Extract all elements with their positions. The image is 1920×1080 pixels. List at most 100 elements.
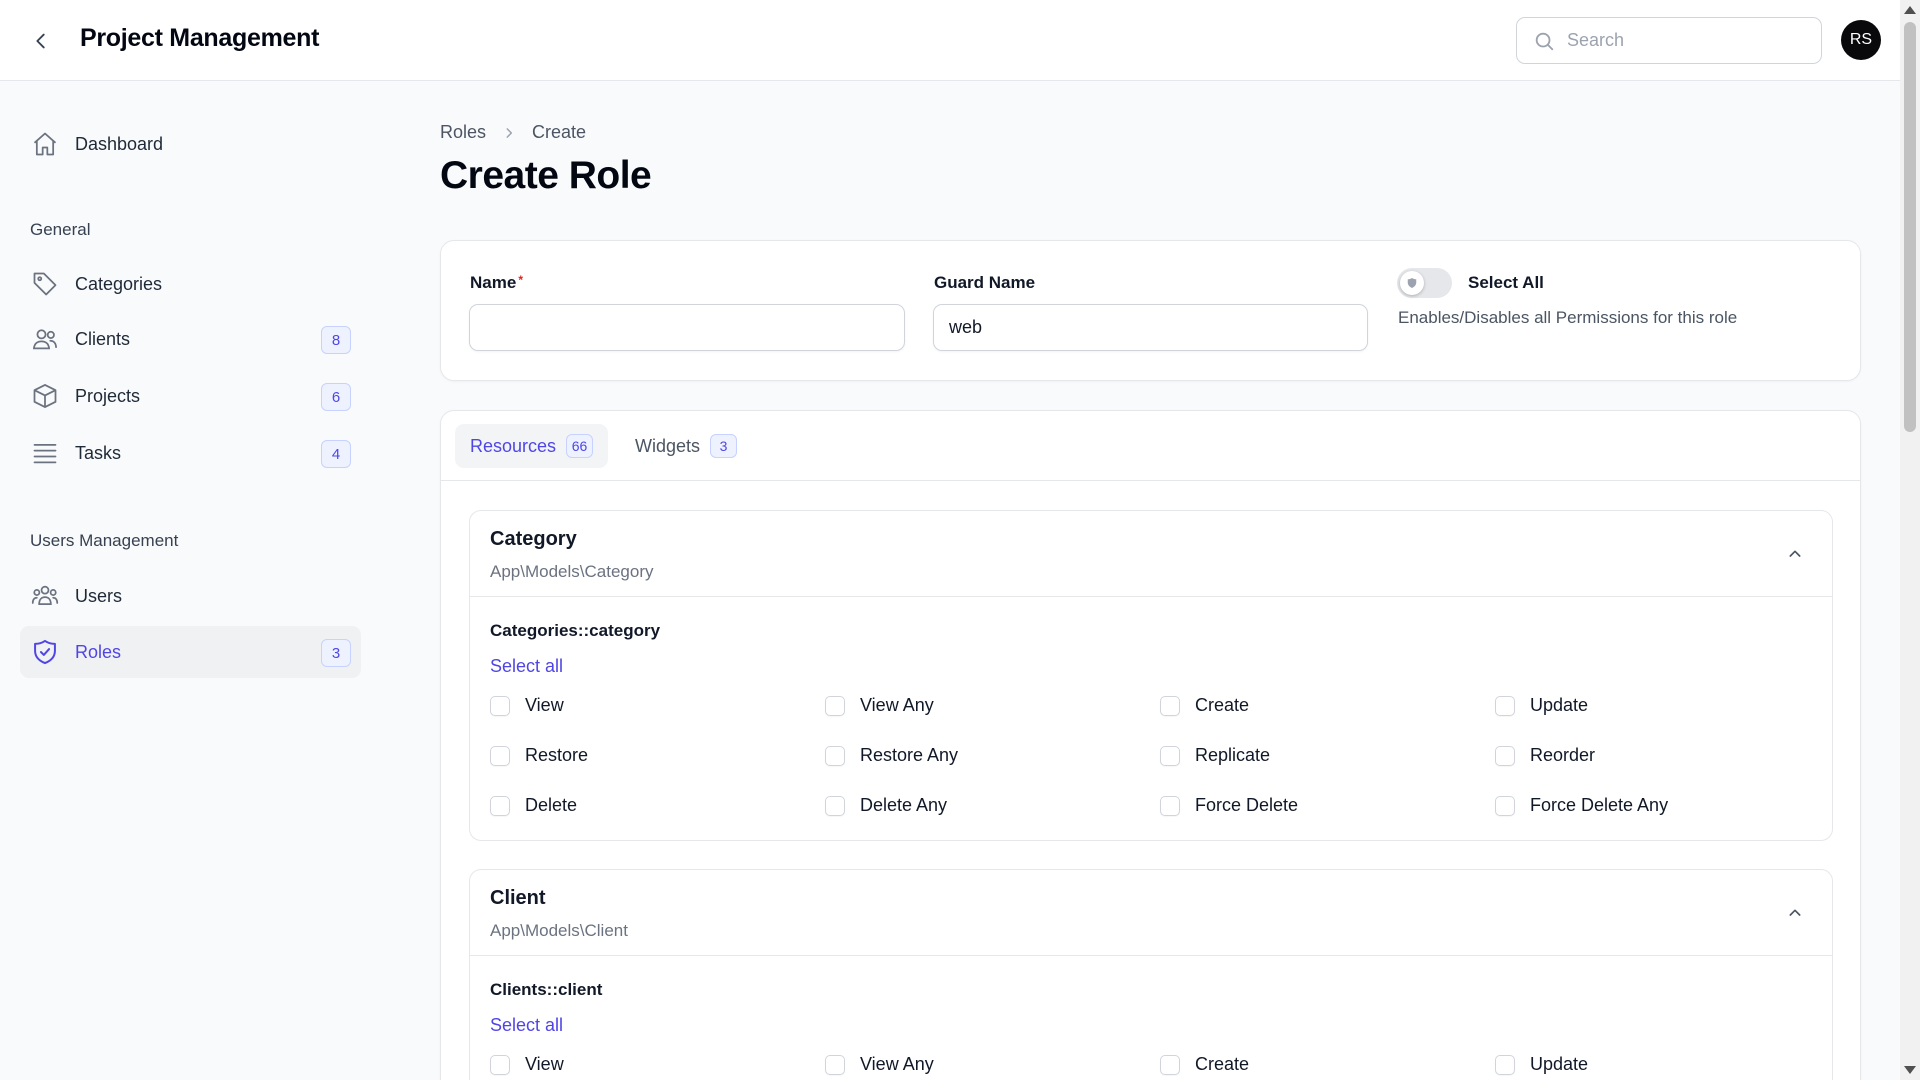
sidebar-item-projects[interactable]: Projects 6 xyxy=(20,370,361,422)
permission-checkbox-item[interactable]: Reorder xyxy=(1495,745,1830,766)
select-all-link[interactable]: Select all xyxy=(490,1015,563,1036)
guard-name-input[interactable] xyxy=(933,304,1368,351)
permission-checkbox-item[interactable]: View xyxy=(490,1054,825,1075)
collapse-button[interactable] xyxy=(1784,543,1806,565)
tasks-count-badge: 4 xyxy=(321,440,351,468)
checkbox-label: Replicate xyxy=(1195,745,1271,765)
checkbox[interactable] xyxy=(825,1054,845,1075)
sidebar-item-categories[interactable]: Categories xyxy=(20,258,361,310)
page-scrollbar[interactable] xyxy=(1900,0,1920,1080)
checkbox-label: Reorder xyxy=(1530,745,1596,765)
scroll-down-arrow-icon[interactable] xyxy=(1904,1066,1916,1074)
checkbox[interactable] xyxy=(490,745,510,766)
permission-checkbox-item[interactable]: View Any xyxy=(825,695,1160,716)
section-header: Client App\Models\Client xyxy=(470,870,1832,956)
permission-row: View View Any Create Update xyxy=(490,1054,1830,1075)
nav-group-general: General xyxy=(30,220,91,239)
permission-checkbox-item[interactable]: View xyxy=(490,695,825,716)
name-field-label: Name * xyxy=(470,273,523,293)
permission-checkbox-item[interactable]: Restore xyxy=(490,745,825,766)
projects-count-badge: 6 xyxy=(321,383,351,411)
permission-checkbox-item[interactable]: View Any xyxy=(825,1054,1160,1075)
checkbox[interactable] xyxy=(1160,795,1180,816)
scrollbar-thumb[interactable] xyxy=(1904,22,1916,432)
checkbox[interactable] xyxy=(1495,795,1515,816)
user-group-icon xyxy=(30,581,60,611)
page-title: Create Role xyxy=(440,154,652,197)
checkbox[interactable] xyxy=(1495,745,1515,766)
roles-count-badge: 3 xyxy=(321,639,351,667)
select-all-link[interactable]: Select all xyxy=(490,656,563,677)
checkbox[interactable] xyxy=(825,795,845,816)
permission-checkbox-item[interactable]: Replicate xyxy=(1160,745,1495,766)
name-label-text: Name xyxy=(470,273,517,292)
sidebar-item-users[interactable]: Users xyxy=(20,570,361,622)
chevron-left-icon xyxy=(36,33,45,49)
collapse-button[interactable] xyxy=(1784,902,1806,924)
tab-label: Resources xyxy=(470,435,557,456)
checkbox-label: Create xyxy=(1195,695,1250,715)
checkbox-label: Update xyxy=(1530,695,1589,715)
name-input[interactable] xyxy=(469,304,905,351)
checkbox[interactable] xyxy=(1495,1054,1515,1075)
checkbox[interactable] xyxy=(1160,745,1180,766)
select-all-toggle[interactable] xyxy=(1397,268,1452,298)
search-icon xyxy=(1535,32,1554,50)
permission-checkbox-item[interactable]: Delete xyxy=(490,795,825,816)
sidebar-item-clients[interactable]: Clients 8 xyxy=(20,313,361,365)
sidebar-item-label: Dashboard xyxy=(75,133,164,154)
permission-checkbox-item[interactable]: Delete Any xyxy=(825,795,1160,816)
nav-group-users-management: Users Management xyxy=(30,531,179,550)
checkbox-label: Force Delete xyxy=(1195,795,1299,815)
search-input[interactable] xyxy=(1567,30,1807,51)
back-button[interactable] xyxy=(26,26,56,56)
user-avatar[interactable]: RS xyxy=(1841,20,1881,60)
sidebar-item-tasks[interactable]: Tasks 4 xyxy=(20,427,361,479)
resources-count-badge: 66 xyxy=(566,434,594,458)
section-title: Category xyxy=(490,528,577,550)
section-model-path: App\Models\Category xyxy=(490,562,654,581)
permission-checkbox-item[interactable]: Update xyxy=(1495,695,1830,716)
permission-row: Delete Delete Any Force Delete Force Del… xyxy=(490,795,1830,816)
checkbox-label: Force Delete Any xyxy=(1530,795,1669,815)
sidebar-item-label: Projects xyxy=(75,385,141,406)
permission-checkbox-item[interactable]: Update xyxy=(1495,1054,1830,1075)
tab-resources[interactable]: Resources 66 xyxy=(455,424,609,468)
tabs-divider xyxy=(440,480,1860,481)
clients-count-badge: 8 xyxy=(321,326,351,354)
tab-widgets[interactable]: Widgets 3 xyxy=(620,424,752,468)
breadcrumb-roles-link[interactable]: Roles xyxy=(440,122,486,143)
permission-checkbox-item[interactable]: Create xyxy=(1160,1054,1495,1075)
sidebar: Dashboard General Categories Clients 8 P… xyxy=(0,81,380,1080)
permission-checkbox-item[interactable]: Create xyxy=(1160,695,1495,716)
section-header: Category App\Models\Category xyxy=(470,511,1832,597)
checkbox[interactable] xyxy=(1160,695,1180,716)
tag-icon xyxy=(30,269,60,299)
permission-checkbox-item[interactable]: Force Delete xyxy=(1160,795,1495,816)
checkbox[interactable] xyxy=(1160,1054,1180,1075)
select-all-hint: Enables/Disables all Permissions for thi… xyxy=(1398,308,1738,327)
chevron-up-icon xyxy=(1789,909,1801,916)
permission-checkbox-item[interactable]: Force Delete Any xyxy=(1495,795,1830,816)
permission-checkbox-item[interactable]: Restore Any xyxy=(825,745,1160,766)
checkbox[interactable] xyxy=(490,795,510,816)
checkbox-label: Restore xyxy=(525,745,589,765)
checkbox[interactable] xyxy=(825,695,845,716)
sidebar-item-label: Clients xyxy=(75,328,131,349)
checkbox[interactable] xyxy=(490,1054,510,1075)
home-icon xyxy=(30,129,60,159)
sidebar-item-dashboard[interactable]: Dashboard xyxy=(20,118,361,170)
category-permission-section: Category App\Models\Category Categories:… xyxy=(469,510,1833,841)
cube-icon xyxy=(30,381,60,411)
sidebar-item-label: Roles xyxy=(75,641,122,662)
checkbox[interactable] xyxy=(490,695,510,716)
checkbox[interactable] xyxy=(825,745,845,766)
checkbox-label: Delete Any xyxy=(860,795,948,815)
permission-row: Restore Restore Any Replicate Reorder xyxy=(490,745,1830,766)
scroll-up-arrow-icon[interactable] xyxy=(1904,6,1916,14)
chevron-up-icon xyxy=(1789,550,1801,557)
checkbox[interactable] xyxy=(1495,695,1515,716)
sidebar-item-roles[interactable]: Roles 3 xyxy=(20,626,361,678)
global-search[interactable] xyxy=(1516,17,1822,64)
chevron-right-icon xyxy=(502,126,516,140)
